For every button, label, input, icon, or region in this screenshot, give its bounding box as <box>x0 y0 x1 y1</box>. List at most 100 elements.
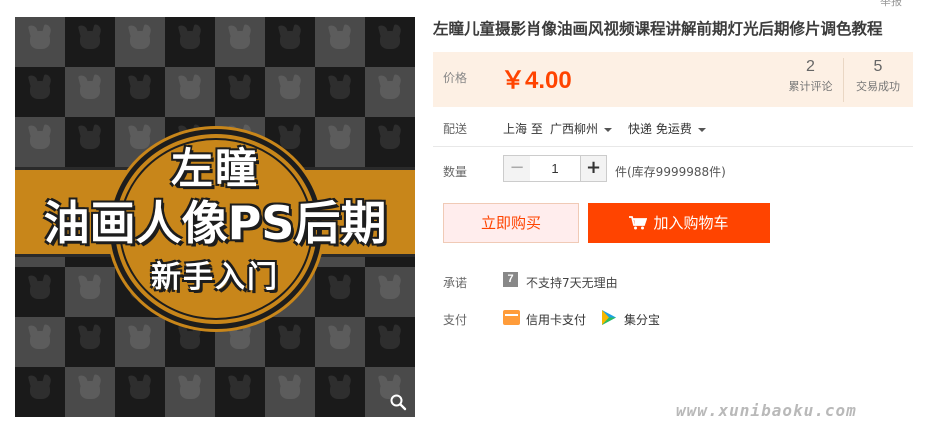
buy-now-button[interactable]: 立即购买 <box>443 203 579 243</box>
price-panel: 价格 ￥4.00 2 累计评论 5 交易成功 <box>433 52 913 107</box>
dog-silhouette-icon <box>277 74 303 105</box>
dog-silhouette-icon <box>127 324 153 355</box>
dog-silhouette-icon <box>177 74 203 105</box>
cart-icon <box>629 216 648 230</box>
pattern-tile <box>65 367 115 417</box>
reviews-label: 累计评论 <box>788 80 833 93</box>
pattern-tile <box>15 317 65 367</box>
dog-silhouette-icon <box>277 324 303 355</box>
pattern-tile <box>265 367 315 417</box>
chevron-down-icon <box>697 127 706 132</box>
image-title-line2: 油画人像PS后期 <box>43 196 387 250</box>
dog-silhouette-icon <box>27 324 53 355</box>
quantity-label: 数量 <box>443 165 468 179</box>
shipping-method-value: 快递 免运费 <box>628 122 692 136</box>
pattern-tile <box>65 17 115 67</box>
reviews-count: 2 <box>806 58 815 75</box>
price-label: 价格 <box>443 71 468 85</box>
quantity-increase-button[interactable]: + <box>580 155 607 182</box>
dog-silhouette-icon <box>27 374 53 405</box>
dog-silhouette-icon <box>77 74 103 105</box>
dog-silhouette-icon <box>227 374 253 405</box>
pattern-tile <box>265 67 315 117</box>
pattern-tile <box>215 67 265 117</box>
payment-label: 支付 <box>443 313 468 327</box>
pattern-tile <box>215 367 265 417</box>
dog-silhouette-icon <box>77 374 103 405</box>
dog-silhouette-icon <box>327 24 353 55</box>
destination-select[interactable]: 广西柳州 <box>550 120 613 137</box>
pattern-tile <box>365 17 415 67</box>
pattern-tile <box>115 67 165 117</box>
pattern-tile <box>65 67 115 117</box>
magnifier-icon[interactable] <box>389 393 407 411</box>
promise-text[interactable]: 不支持7天无理由 <box>526 274 618 291</box>
watermark-text: www.xunibaoku.com <box>676 401 857 420</box>
deals-count: 5 <box>873 58 883 75</box>
jifenbao-icon <box>602 310 616 325</box>
dog-silhouette-icon <box>177 374 203 405</box>
report-link[interactable]: 举报 <box>880 0 902 9</box>
pattern-tile <box>365 67 415 117</box>
pattern-tile <box>315 67 365 117</box>
dog-silhouette-icon <box>377 324 403 355</box>
add-to-cart-button[interactable]: 加入购物车 <box>588 203 770 243</box>
product-main-image[interactable]: 左瞳 油画人像PS后期 新手入门 <box>15 17 415 417</box>
promise-label: 承诺 <box>443 276 468 290</box>
dog-silhouette-icon <box>127 24 153 55</box>
dog-silhouette-icon <box>277 374 303 405</box>
dog-silhouette-icon <box>177 324 203 355</box>
dog-silhouette-icon <box>77 24 103 55</box>
dog-silhouette-icon <box>377 24 403 55</box>
dog-silhouette-icon <box>127 374 153 405</box>
reviews-stat[interactable]: 2 累计评论 <box>778 58 844 102</box>
jifenbao-payment[interactable]: 集分宝 <box>624 311 660 328</box>
deals-stat: 5 交易成功 <box>845 58 911 94</box>
dog-silhouette-icon <box>27 74 53 105</box>
seven-day-icon: 7 <box>503 272 518 287</box>
pattern-tile <box>315 17 365 67</box>
pattern-tile <box>15 67 65 117</box>
pattern-tile <box>265 17 315 67</box>
pattern-tile <box>115 317 165 367</box>
dog-silhouette-icon <box>77 324 103 355</box>
dog-silhouette-icon <box>327 324 353 355</box>
dog-silhouette-icon <box>377 74 403 105</box>
pattern-tile <box>315 367 365 417</box>
quantity-decrease-button[interactable]: − <box>503 155 531 182</box>
pattern-tile <box>115 367 165 417</box>
dog-silhouette-icon <box>27 24 53 55</box>
image-title-line3: 新手入门 <box>151 260 279 295</box>
dog-silhouette-icon <box>177 24 203 55</box>
product-title: 左瞳儿童摄影肖像油画风视频课程讲解前期灯光后期修片调色教程 <box>433 20 883 38</box>
price-value: ￥4.00 <box>501 67 572 94</box>
chevron-down-icon <box>604 127 613 132</box>
divider <box>433 146 913 147</box>
pattern-tile <box>65 317 115 367</box>
pattern-tile <box>365 317 415 367</box>
dog-silhouette-icon <box>227 74 253 105</box>
shipping-origin: 上海 至 <box>503 122 543 136</box>
pattern-tile <box>15 367 65 417</box>
quantity-input[interactable] <box>530 155 580 182</box>
dog-silhouette-icon <box>127 74 153 105</box>
credit-card-icon <box>503 310 520 325</box>
credit-card-payment[interactable]: 信用卡支付 <box>526 311 586 328</box>
shipping-method-select[interactable]: 快递 免运费 <box>628 120 706 137</box>
dog-silhouette-icon <box>227 324 253 355</box>
pattern-tile <box>115 17 165 67</box>
pattern-tile <box>165 17 215 67</box>
pattern-tile <box>215 17 265 67</box>
destination-value: 广西柳州 <box>550 122 599 136</box>
pattern-tile <box>15 17 65 67</box>
pattern-tile <box>165 367 215 417</box>
pattern-tile <box>265 317 315 367</box>
dog-silhouette-icon <box>227 24 253 55</box>
dog-silhouette-icon <box>327 74 353 105</box>
shipping-label: 配送 <box>443 122 468 136</box>
dog-silhouette-icon <box>277 24 303 55</box>
stock-info: 件(库存9999988件) <box>615 165 726 179</box>
add-to-cart-label: 加入购物车 <box>653 214 729 232</box>
pattern-tile <box>315 317 365 367</box>
pattern-tile <box>165 67 215 117</box>
